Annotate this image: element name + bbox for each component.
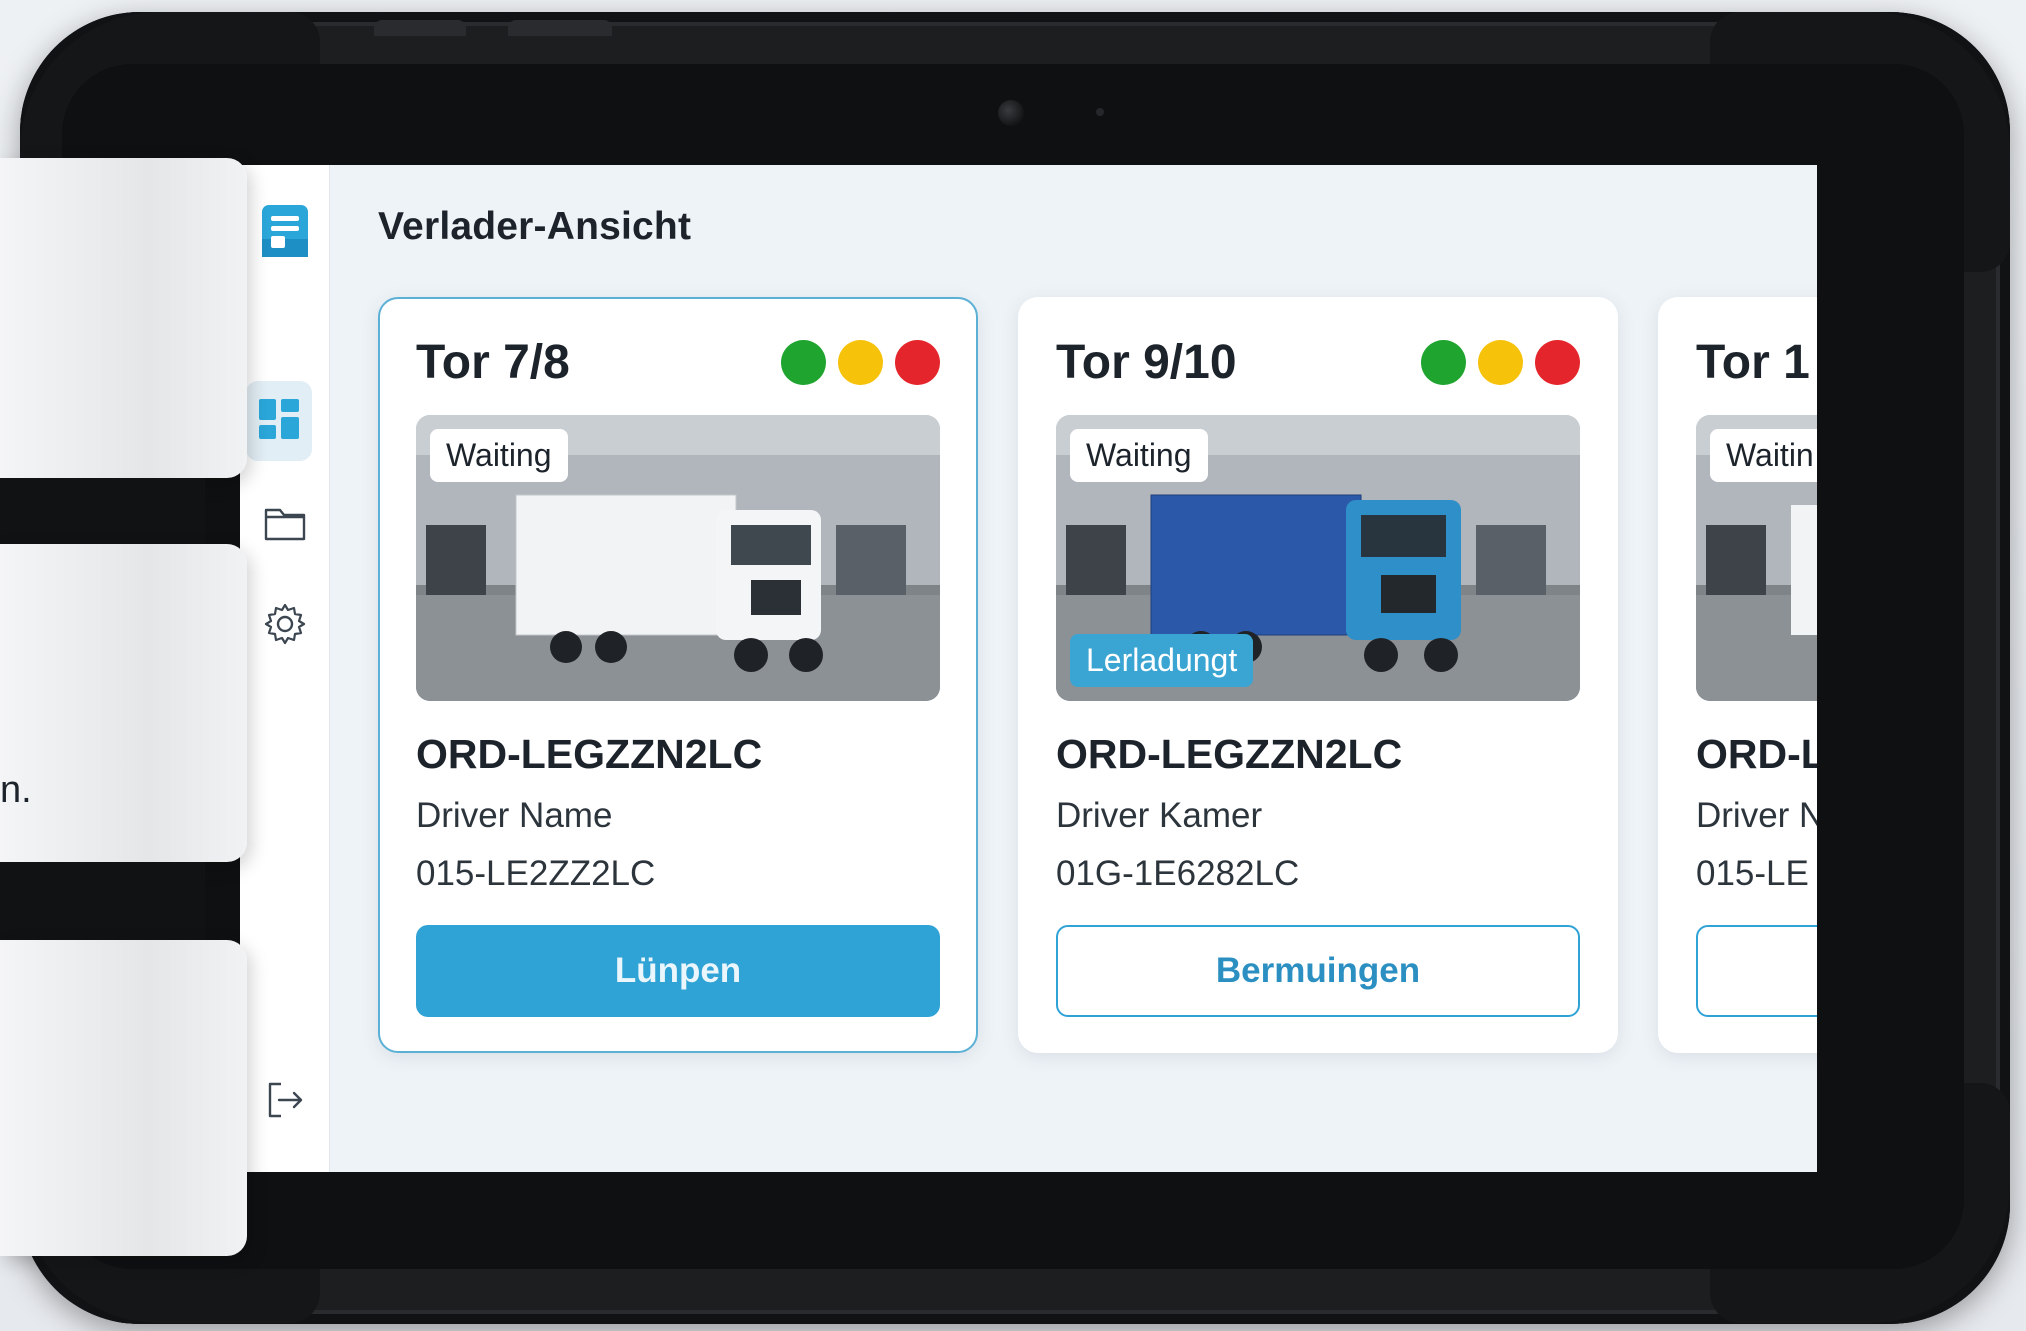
driver-name: Driver N: [1696, 796, 1817, 835]
card-action-button[interactable]: [1696, 925, 1817, 1017]
status-chip: Waiting: [1070, 429, 1208, 482]
driver-name: Driver Name: [416, 796, 613, 835]
traffic-light: [1421, 339, 1580, 385]
folder-icon: [263, 502, 307, 547]
gate-name: Tor 1: [1696, 335, 1810, 389]
logout-icon: [264, 1079, 306, 1126]
nav-settings[interactable]: [240, 601, 330, 651]
hardware-button: [508, 20, 612, 36]
side-navigation: [240, 165, 330, 1172]
card-action-button[interactable]: Bermuingen: [1056, 925, 1580, 1017]
overlay-panel: n.: [0, 544, 247, 862]
yellow-light-icon[interactable]: [1478, 339, 1523, 385]
app-screen: Verlader-Ansicht Tor 7/8 Waiting ORD-LEG…: [240, 165, 1817, 1172]
order-id: ORD-LEGZZN2LC: [1056, 731, 1403, 777]
card-action-button[interactable]: Lünpen: [416, 925, 940, 1017]
panel-text-fragment: n.: [0, 769, 32, 811]
overlay-panel: [0, 158, 247, 478]
driver-phone: 015-LE2ZZ2LC: [416, 854, 656, 893]
gate-card-list: Tor 7/8 Waiting ORD-LEGZZN2LC Driver Nam…: [378, 297, 1817, 1053]
red-light-icon[interactable]: [895, 339, 940, 385]
overlay-panel: [0, 862, 205, 940]
green-light-icon[interactable]: [1421, 339, 1466, 385]
front-camera: [998, 100, 1024, 126]
hardware-button: [374, 20, 466, 36]
loading-chip: Lerladungt: [1070, 634, 1254, 687]
truck-photo: Waiting Lerladungt: [1056, 415, 1580, 701]
overlay-panel: [0, 940, 247, 1256]
app-logo-icon: [240, 201, 330, 261]
overlay-panel: [0, 478, 205, 544]
gate-card[interactable]: Tor 7/8 Waiting ORD-LEGZZN2LC Driver Nam…: [378, 297, 978, 1053]
page-title: Verlader-Ansicht: [378, 205, 692, 248]
nav-dashboard[interactable]: [246, 381, 312, 461]
driver-phone: 015-LE: [1696, 854, 1809, 893]
driver-phone: 01G-1E6282LC: [1056, 854, 1300, 893]
dashboard-grid-icon: [258, 398, 300, 445]
gear-icon: [263, 602, 307, 651]
truck-photo: Waiting: [416, 415, 940, 701]
driver-name: Driver Kamer: [1056, 796, 1263, 835]
truck-photo: Waitin: [1696, 415, 1817, 701]
red-light-icon[interactable]: [1535, 339, 1580, 385]
gate-name: Tor 9/10: [1056, 335, 1237, 389]
nav-logout[interactable]: [240, 1077, 330, 1127]
order-id: ORD-L: [1696, 731, 1817, 777]
gate-card[interactable]: Tor 1 Waitin ORD-L Driver N 015-LE: [1658, 297, 1817, 1053]
traffic-light: [781, 339, 940, 385]
yellow-light-icon[interactable]: [838, 339, 883, 385]
gate-name: Tor 7/8: [416, 335, 570, 389]
status-chip: Waiting: [430, 429, 568, 482]
light-sensor: [1096, 108, 1104, 116]
green-light-icon[interactable]: [781, 339, 826, 385]
order-id: ORD-LEGZZN2LC: [416, 731, 763, 777]
gate-card[interactable]: Tor 9/10 Waiting Lerladungt ORD-LEGZZN2L…: [1018, 297, 1618, 1053]
status-chip: Waitin: [1710, 429, 1817, 482]
nav-folder[interactable]: [240, 499, 330, 549]
